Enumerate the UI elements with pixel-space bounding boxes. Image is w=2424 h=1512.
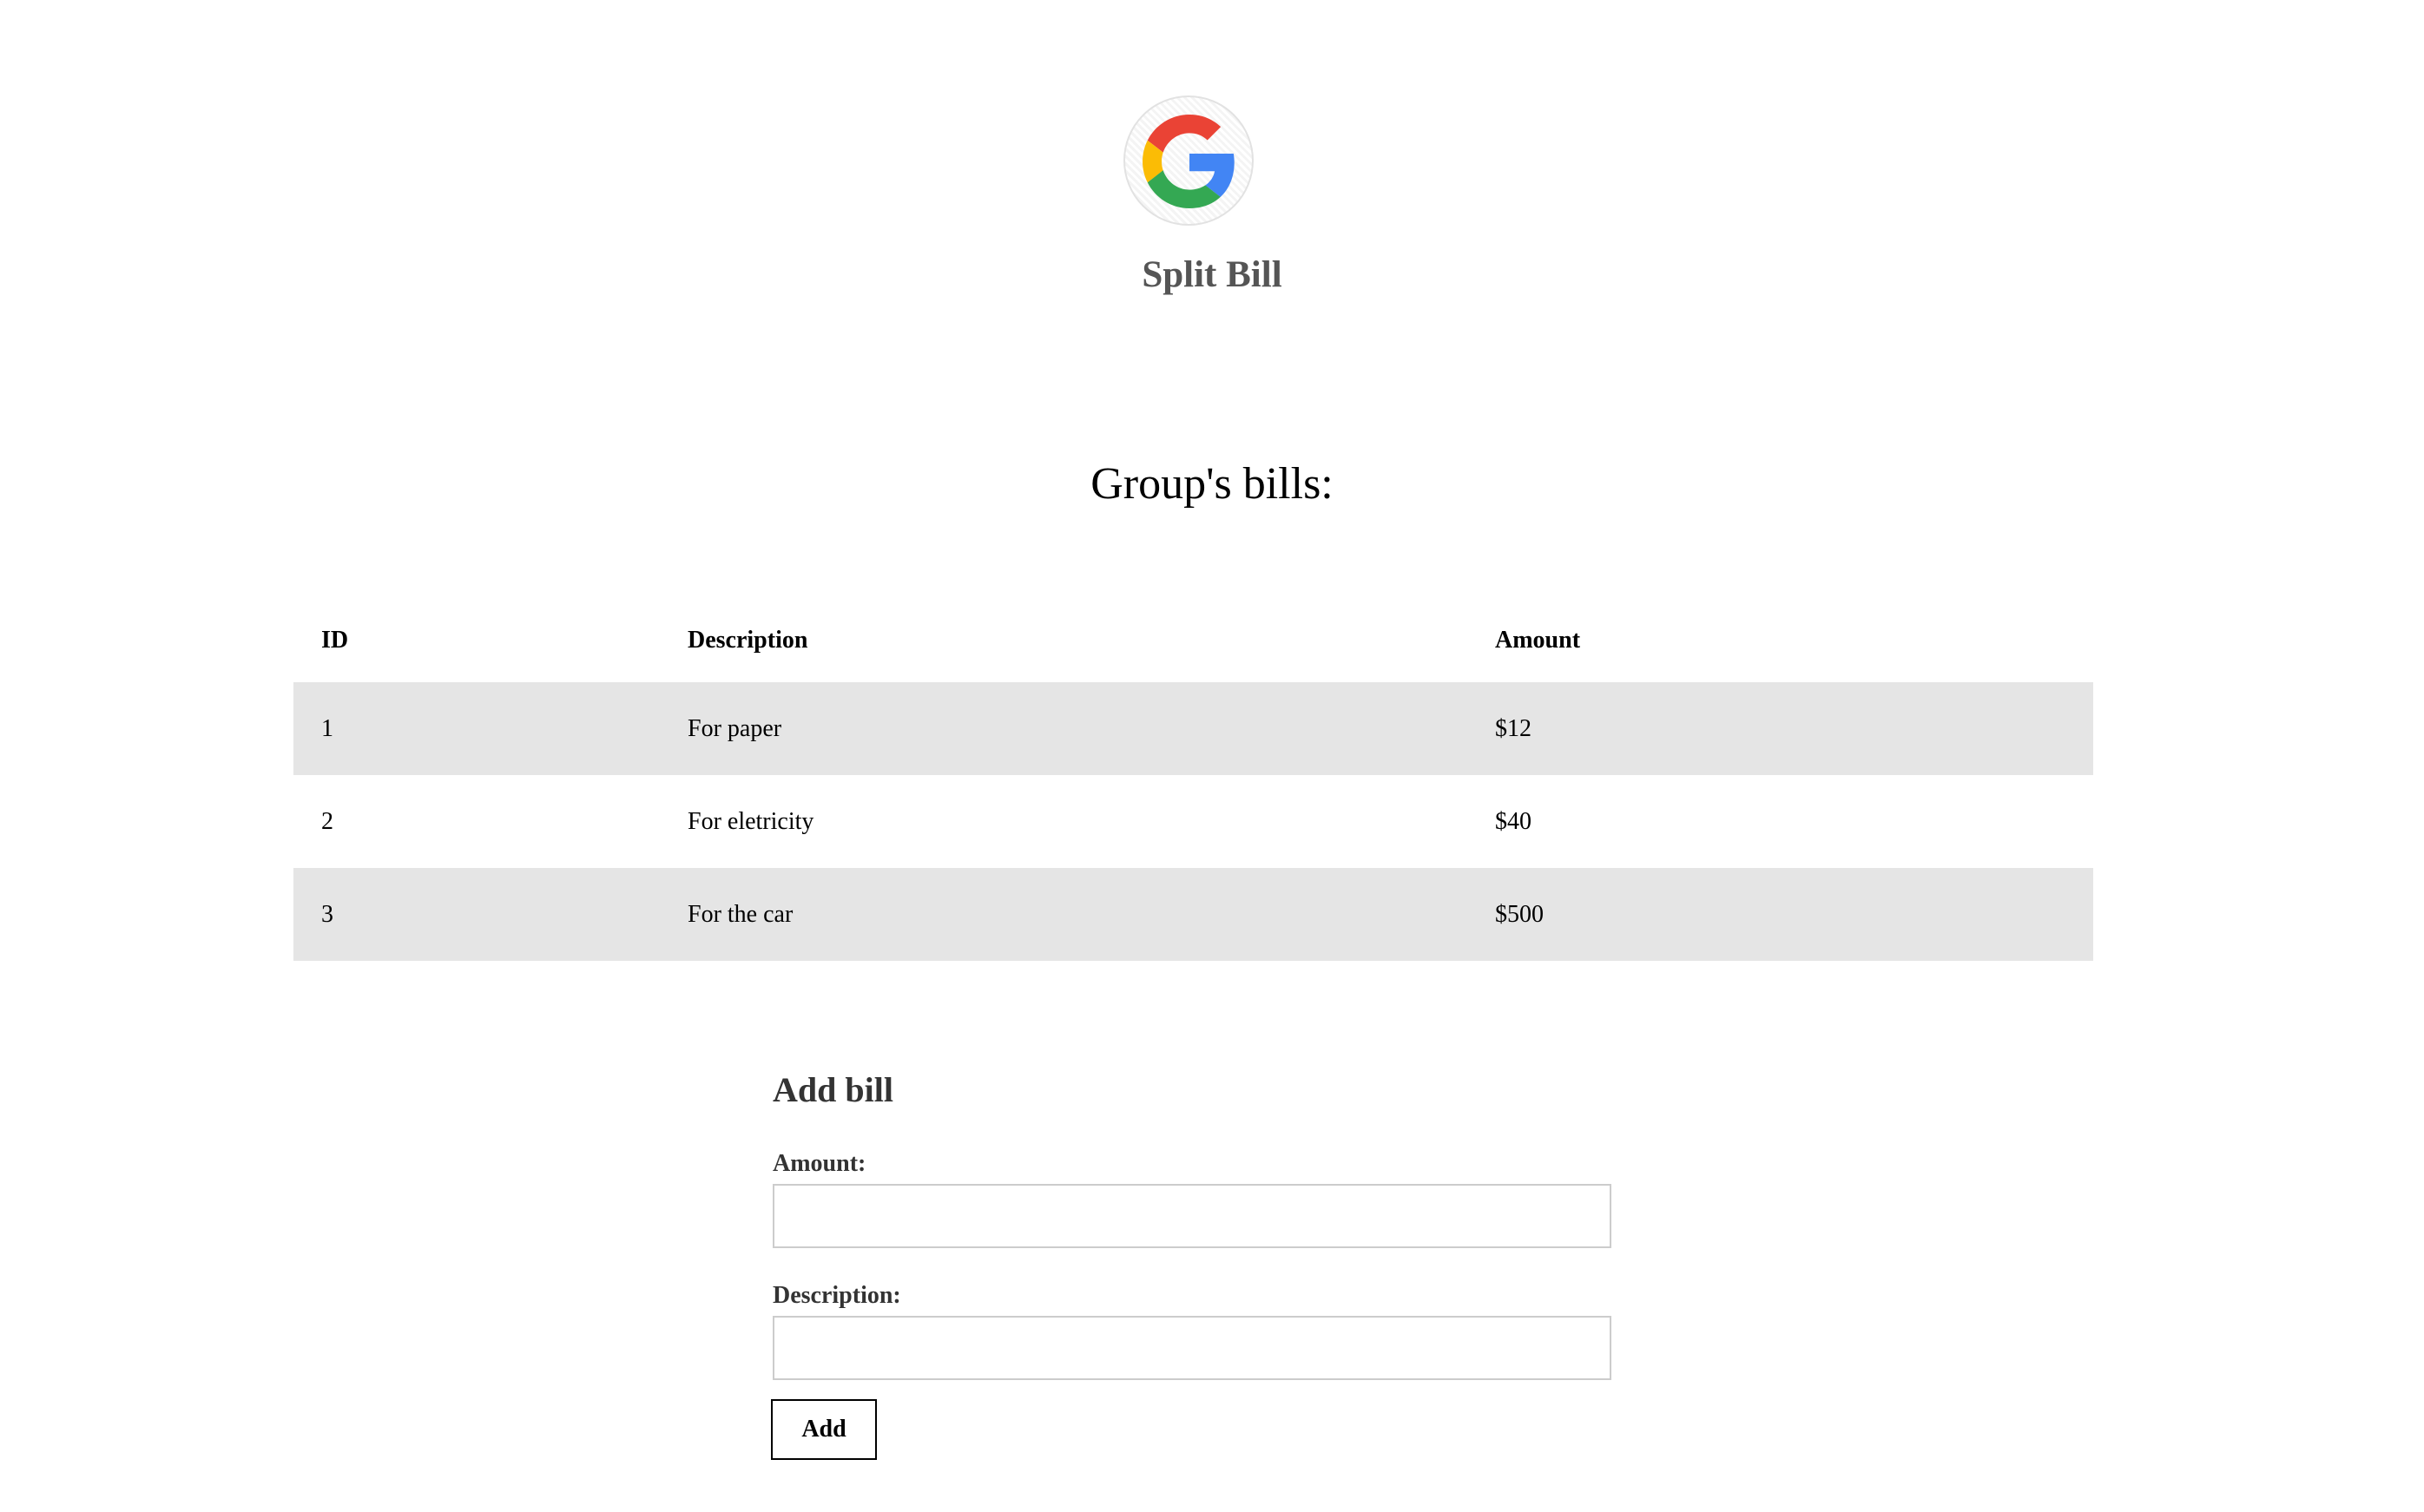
avatar — [1123, 95, 1254, 226]
bill-description-cell: For the car — [688, 900, 794, 928]
column-header-description: Description — [688, 627, 808, 654]
table-header-row: ID Description Amount — [293, 599, 2093, 682]
description-label: Description: — [773, 1282, 901, 1309]
bill-description-cell: For paper — [688, 714, 782, 742]
amount-label: Amount: — [773, 1150, 866, 1177]
bill-description-cell: For eletricity — [688, 807, 814, 835]
table-row: 1 For paper $12 — [293, 682, 2093, 775]
bill-amount-cell: $40 — [1495, 807, 1531, 835]
bill-amount-cell: $12 — [1495, 714, 1531, 742]
bills-table: ID Description Amount 1 For paper $12 2 … — [293, 599, 2093, 961]
bill-id-cell: 2 — [321, 807, 333, 835]
description-input[interactable] — [773, 1316, 1611, 1380]
column-header-amount: Amount — [1495, 627, 1581, 654]
add-bill-title: Add bill — [773, 1070, 893, 1109]
table-row: 2 For eletricity $40 — [293, 775, 2093, 868]
google-g-icon — [1143, 115, 1235, 208]
amount-input[interactable] — [773, 1184, 1611, 1248]
add-bill-button[interactable]: Add — [771, 1399, 877, 1460]
bill-amount-cell: $500 — [1495, 900, 1544, 928]
add-bill-form: Add bill Amount: Description: Add — [771, 1066, 1611, 1460]
table-row: 3 For the car $500 — [293, 868, 2093, 961]
bill-id-cell: 1 — [321, 714, 333, 742]
column-header-id: ID — [321, 627, 349, 654]
bills-section-title: Group's bills: — [1090, 459, 1334, 509]
bill-id-cell: 3 — [321, 900, 333, 928]
app-title: Split Bill — [1142, 254, 1282, 295]
